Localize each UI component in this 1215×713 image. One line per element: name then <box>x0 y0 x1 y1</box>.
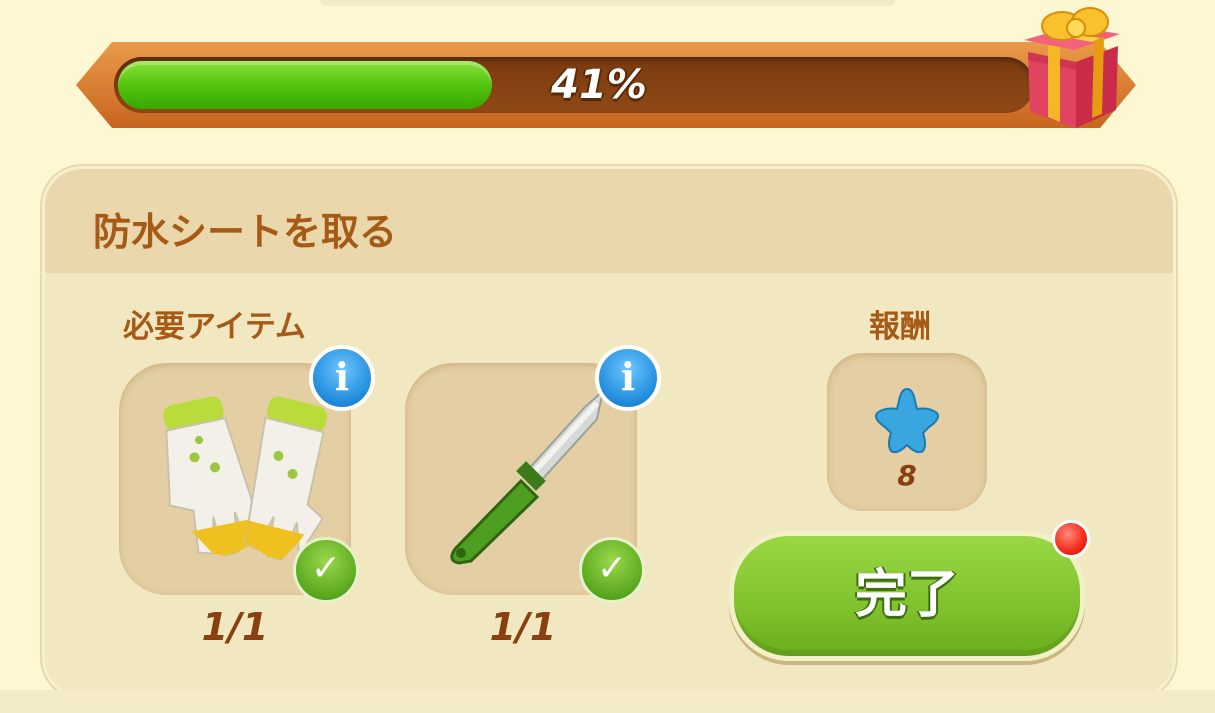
bottom-edge <box>0 690 1215 713</box>
reward-label: 報酬 <box>869 309 931 345</box>
item-count: 1/1 <box>201 605 269 649</box>
task-title: 防水シートを取る <box>93 210 398 254</box>
info-icon[interactable]: i <box>309 345 375 411</box>
top-edge <box>320 0 895 6</box>
progress-bar: 41% <box>114 57 1034 113</box>
checkmark-icon: ✓ <box>293 537 359 603</box>
info-icon[interactable]: i <box>595 345 661 411</box>
item-count: 1/1 <box>489 605 557 649</box>
notification-dot <box>1052 520 1090 558</box>
task-panel: 防水シートを取る 必要アイテム 報酬 i ✓ 1/1 i ✓ 1/1 8 完了 <box>42 166 1176 698</box>
reward-slot: 8 <box>827 353 987 511</box>
required-items-label: 必要アイテム <box>123 309 306 345</box>
reward-amount: 8 <box>897 459 917 492</box>
checkmark-icon: ✓ <box>579 537 645 603</box>
gift-box-icon[interactable] <box>1016 0 1124 130</box>
blue-star-icon <box>875 387 939 454</box>
complete-button[interactable]: 完了 <box>729 531 1085 661</box>
progress-percent: 41% <box>551 62 647 108</box>
